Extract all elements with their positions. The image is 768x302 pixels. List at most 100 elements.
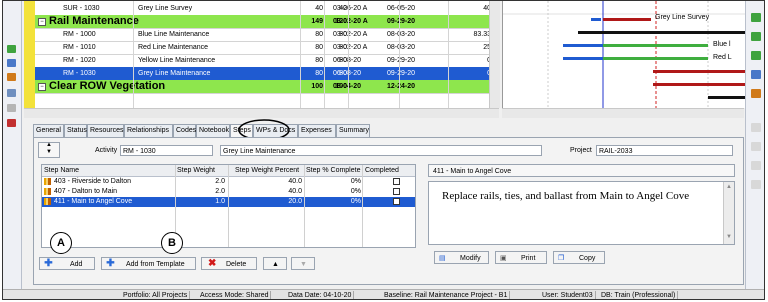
tracking-icon[interactable]	[7, 119, 16, 127]
tab-general[interactable]: General	[33, 124, 64, 137]
cell-cost	[439, 15, 491, 28]
completed-checkbox[interactable]	[393, 188, 400, 195]
tab-relationships[interactable]: Relationships	[124, 124, 173, 137]
modify-button[interactable]: ▤ Modify	[434, 251, 489, 264]
activity-row[interactable]: RM - 1000 Blue Line Maintenance 80 80 03-02-…	[35, 28, 499, 42]
cell-id: RM - 1000	[63, 31, 96, 38]
cell-d1: 40	[315, 5, 323, 12]
filter-icon[interactable]	[751, 13, 761, 22]
arrow-down-icon: ▼	[300, 261, 307, 268]
table-vertical-scrollbar[interactable]	[489, 1, 500, 108]
add-from-template-label: Add from Template	[126, 261, 185, 268]
cell-d1: 80	[315, 31, 323, 38]
activity-row[interactable]: SUR - 1030 Grey Line Survey 40 40 03-26-20 A…	[35, 2, 499, 16]
indent-icon[interactable]	[751, 161, 761, 170]
navigate-activity-stepper[interactable]: ▲ ▼	[38, 142, 60, 158]
reports-icon[interactable]	[7, 104, 16, 112]
step-icon	[44, 178, 51, 185]
cell-cost	[439, 80, 491, 93]
cell-finish: 12-24-20	[387, 83, 416, 90]
col-step-weight-percent[interactable]: Step Weight Percent	[235, 165, 307, 175]
gantt-label-survey: Grey Line Survey	[655, 14, 710, 21]
move-step-up-button[interactable]: ▲	[263, 257, 287, 270]
status-data-date: Data Date: 04-10-20	[286, 291, 355, 299]
col-step-name[interactable]: Step Name	[44, 165, 174, 175]
cell-start: 08-04-20	[333, 80, 381, 93]
cell-name: Rail Maintenance	[49, 15, 139, 27]
activity-row[interactable]: RM - 1020Yellow Line Maintenance808006-0…	[35, 54, 499, 68]
print-button[interactable]: ▣ Print	[495, 251, 547, 264]
add-icon[interactable]	[751, 51, 761, 60]
completed-checkbox[interactable]	[393, 198, 400, 205]
tab-expenses[interactable]: Expenses	[298, 124, 336, 137]
gantt-chart: Grey Line Survey Blue l Red L	[502, 1, 745, 108]
cell-finish: 09-29-20	[387, 18, 416, 25]
modify-label: Modify	[460, 255, 481, 262]
copy-button[interactable]: ❐ Copy	[553, 251, 605, 264]
cell-cost: 0	[439, 67, 491, 80]
step-icon	[44, 188, 51, 195]
activity-row[interactable]: RM - 1010 Red Line Maintenance 80 80 03-02-2…	[35, 41, 499, 55]
gantt-bar-survey-actual	[591, 18, 601, 21]
add-step-button[interactable]: ✚ Add	[39, 257, 95, 270]
delete-step-button[interactable]: ✖ Delete	[201, 257, 257, 270]
assign-icon[interactable]	[751, 70, 761, 79]
gantt-bar-grey	[653, 83, 745, 86]
tab-status[interactable]: Status	[64, 124, 87, 137]
move-step-down-button[interactable]: ▼	[291, 257, 315, 270]
wbs-group-row[interactable]: −Clear ROW Vegetation10010008-04-2012-24…	[35, 80, 499, 94]
gantt-bar-survey-remaining	[603, 18, 651, 21]
step-complete: 0%	[350, 198, 361, 205]
cell-start: 06-08-20	[333, 54, 381, 67]
step-percent: 40.0	[288, 188, 302, 195]
steps-table: Step Name Step Weight Step Weight Percen…	[41, 164, 416, 248]
col-step-complete[interactable]: Step % Complete	[306, 165, 364, 175]
tab-resources[interactable]: Resources	[87, 124, 124, 137]
projects-icon[interactable]	[7, 45, 16, 53]
cell-name: Blue Line Maintenance	[138, 31, 210, 38]
status-access-mode: Access Mode: Shared	[198, 291, 272, 299]
step-description-box[interactable]: Replace rails, ties, and ballast from Ma…	[428, 181, 735, 245]
project-field[interactable]: RAIL-2033	[596, 145, 733, 156]
edit-icon[interactable]	[751, 89, 761, 98]
step-weight: 2.0	[215, 178, 225, 185]
gantt-bar-red-remaining	[603, 57, 708, 60]
delete-x-icon: ✖	[208, 258, 217, 269]
move-up-icon[interactable]	[751, 123, 761, 132]
tab-summary[interactable]: Summary	[336, 124, 370, 137]
collapse-icon[interactable]: −	[38, 18, 46, 26]
description-scrollbar[interactable]: ▲ ▼	[723, 182, 734, 244]
p6-window: SUR - 1030 Grey Line Survey 40 40 03-26-20 A…	[2, 0, 765, 300]
eps-icon[interactable]	[7, 59, 16, 67]
gantt-bar-clear-row	[708, 96, 745, 99]
gantt-horizontal-scrollbar[interactable]	[502, 108, 744, 118]
cell-finish: 08-03-20	[387, 31, 416, 38]
activity-id-field[interactable]: RM - 1030	[120, 145, 213, 156]
col-step-weight[interactable]: Step Weight	[177, 165, 227, 175]
wbs-icon[interactable]	[7, 89, 16, 97]
cell-start: 06-08-20	[333, 67, 381, 80]
printer-icon: ▣	[500, 255, 507, 262]
delete-step-label: Delete	[226, 261, 247, 268]
outdent-icon[interactable]	[751, 180, 761, 189]
step-percent: 40.0	[288, 178, 302, 185]
wbs-group-row[interactable]: − Rail Maintenance 149 120 03-02-20 A 09-29-2…	[35, 15, 499, 29]
cell-name: Grey Line Maintenance	[138, 70, 211, 77]
add-from-template-button[interactable]: ✚ Add from Template	[101, 257, 196, 270]
completed-checkbox[interactable]	[393, 178, 400, 185]
tab-notebook[interactable]: Notebook	[196, 124, 230, 137]
cell-name: Red Line Maintenance	[138, 44, 209, 51]
cell-name: Grey Line Survey	[138, 5, 193, 12]
cell-name: Clear ROW Vegetation	[49, 80, 166, 92]
copy-label: Copy	[579, 255, 596, 262]
layout-icon[interactable]	[751, 32, 761, 41]
col-completed[interactable]: Completed	[365, 165, 405, 175]
step-icon	[44, 198, 51, 205]
collapse-icon[interactable]: −	[38, 83, 46, 91]
activity-name-field[interactable]: Grey Line Maintenance	[220, 145, 542, 156]
tab-codes[interactable]: Codes	[173, 124, 196, 137]
activities-icon[interactable]	[7, 73, 16, 81]
selection-indicator	[24, 1, 35, 108]
move-down-icon[interactable]	[751, 142, 761, 151]
activity-row[interactable]: RM - 1030Grey Line Maintenance808006-08-…	[35, 67, 499, 81]
